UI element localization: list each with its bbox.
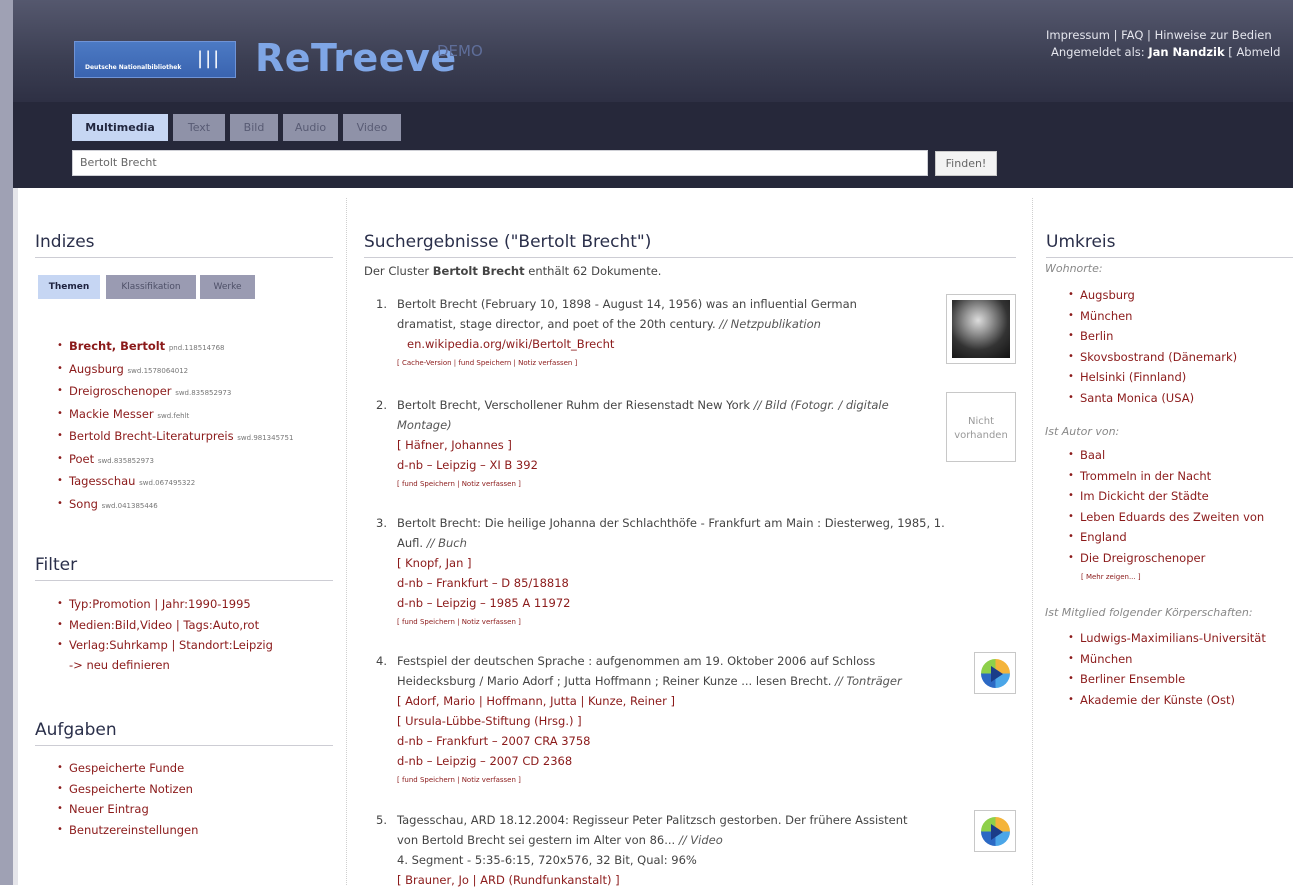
subtab-klassifikation[interactable]: Klassifikation	[106, 275, 196, 299]
portrait-image	[952, 300, 1010, 358]
logout-link[interactable]: [ Abmeld	[1225, 45, 1280, 59]
left-separator	[13, 188, 18, 885]
result-item: 2. Bertolt Brecht, Verschollener Ruhm de…	[376, 395, 956, 493]
list-item[interactable]: Berliner Ensemble	[1068, 669, 1266, 690]
dnb-logo[interactable]: Deutsche Nationalbibliothek |||	[74, 41, 236, 78]
task-item[interactable]: Gespeicherte Funde	[57, 758, 198, 779]
list-item[interactable]: Berlin	[1068, 326, 1237, 347]
tab-multimedia[interactable]: Multimedia	[72, 114, 168, 141]
werke-list: Baal Trommeln in der Nacht Im Dickicht d…	[1068, 445, 1264, 568]
tab-audio[interactable]: Audio	[283, 114, 338, 141]
play-icon[interactable]	[974, 652, 1016, 694]
list-item[interactable]: Helsinki (Finnland)	[1068, 367, 1237, 388]
search-button[interactable]: Finden!	[935, 151, 997, 176]
list-item[interactable]: Mackie Messer swd.fehlt	[57, 404, 293, 427]
wohnorte-label: Wohnorte:	[1045, 262, 1103, 275]
more-link[interactable]: [ Mehr zeigen... ]	[1081, 573, 1141, 581]
result-actions[interactable]: [ fund Speichern | Notiz verfassen ]	[397, 475, 956, 493]
result-location[interactable]: d-nb – Frankfurt – D 85/18818	[397, 573, 956, 593]
list-item[interactable]: Tagesschau swd.067495322	[57, 471, 293, 494]
list-item-continuation: England	[1068, 527, 1264, 548]
list-item[interactable]: Trommeln in der Nacht	[1068, 466, 1264, 487]
result-actions[interactable]: [ fund Speichern | Notiz verfassen ]	[397, 613, 956, 631]
result-author[interactable]: [ Häfner, Johannes ]	[397, 435, 956, 455]
aufgaben-heading: Aufgaben	[35, 720, 333, 746]
list-item[interactable]: München	[1068, 306, 1237, 327]
umkreis-heading: Umkreis	[1046, 232, 1293, 258]
list-item[interactable]: Santa Monica (USA)	[1068, 388, 1237, 409]
list-item[interactable]: Augsburg	[1068, 285, 1237, 306]
top-links: Impressum | FAQ | Hinweise zur Bedien An…	[1046, 27, 1293, 61]
index-list: Brecht, Bertolt pnd.118514768 Augsburg s…	[57, 336, 293, 516]
subtab-themen[interactable]: Themen	[38, 275, 100, 299]
list-item[interactable]: Poet swd.835852973	[57, 449, 293, 472]
column-divider	[1032, 198, 1033, 885]
result-author[interactable]: [ Adorf, Mario | Hoffmann, Jutta | Kunze…	[397, 691, 956, 711]
result-item: 5. Tagesschau, ARD 18.12.2004: Regisseur…	[376, 810, 956, 890]
tasks-list: Gespeicherte Funde Gespeicherte Notizen …	[57, 758, 198, 840]
task-item[interactable]: Benutzereinstellungen	[57, 820, 198, 841]
list-item[interactable]: Die Dreigroschenoper	[1068, 548, 1264, 569]
result-location[interactable]: d-nb – Leipzig – 2007 CD 2368	[397, 751, 956, 771]
result-location[interactable]: d-nb – Frankfurt – 2007 CRA 3758	[397, 731, 956, 751]
list-item[interactable]: Leben Eduards des Zweiten von	[1068, 507, 1264, 528]
autor-label: Ist Autor von:	[1045, 425, 1120, 438]
task-item[interactable]: Neuer Eintrag	[57, 799, 198, 820]
username[interactable]: Jan Nandzik	[1148, 45, 1224, 59]
result-author[interactable]: [ Brauner, Jo | ARD (Rundfunkanstalt) ]	[397, 870, 956, 890]
result-item: 1. Bertolt Brecht (February 10, 1898 - A…	[376, 294, 956, 372]
list-item-continuation: München	[1068, 649, 1266, 670]
mitglied-list: Ludwigs-Maximilians-Universität München …	[1068, 628, 1266, 710]
list-item[interactable]: Augsburg swd.1578064012	[57, 359, 293, 382]
result-item: 4. Festspiel der deutschen Sprache : auf…	[376, 651, 956, 789]
wohnorte-list: Augsburg München Berlin Skovsbostrand (D…	[1068, 285, 1237, 408]
filter-item[interactable]: Typ:Promotion | Jahr:1990-1995	[57, 594, 273, 615]
list-item[interactable]: Im Dickicht der Städte	[1068, 486, 1264, 507]
result-author[interactable]: [ Ursula-Lübbe-Stiftung (Hrsg.) ]	[397, 711, 956, 731]
filter-heading: Filter	[35, 555, 333, 581]
list-item[interactable]: Akademie der Künste (Ost)	[1068, 690, 1266, 711]
brand-demo-label: DEMO	[437, 42, 483, 60]
list-item[interactable]: Bertold Brecht-Literaturpreis swd.981345…	[57, 426, 293, 449]
play-icon[interactable]	[974, 810, 1016, 852]
result-link[interactable]: en.wikipedia.org/wiki/Bertolt_Brecht	[397, 334, 956, 354]
logo-bars-icon: |||	[197, 48, 222, 69]
result-author[interactable]: [ Knopf, Jan ]	[397, 553, 956, 573]
filter-item[interactable]: Verlag:Suhrkamp | Standort:Leipzig	[57, 635, 273, 656]
search-input[interactable]: Bertolt Brecht	[72, 150, 928, 176]
column-divider	[346, 198, 347, 885]
left-frame	[0, 0, 13, 885]
list-item[interactable]: Song swd.041385446	[57, 494, 293, 517]
logo-text: Deutsche Nationalbibliothek	[85, 64, 182, 71]
list-item[interactable]: Baal	[1068, 445, 1264, 466]
tab-video[interactable]: Video	[343, 114, 401, 141]
result-thumbnail[interactable]	[946, 294, 1016, 364]
mitglied-label: Ist Mitglied folgender Körperschaften:	[1045, 606, 1253, 619]
indizes-heading: Indizes	[35, 232, 333, 258]
tab-bild[interactable]: Bild	[230, 114, 278, 141]
filter-define-link[interactable]: -> neu definieren	[69, 655, 170, 675]
task-item[interactable]: Gespeicherte Notizen	[57, 779, 198, 800]
tab-text[interactable]: Text	[173, 114, 225, 141]
list-item[interactable]: Brecht, Bertolt pnd.118514768	[57, 336, 293, 359]
meta-links[interactable]: Impressum | FAQ | Hinweise zur Bedien	[1046, 27, 1293, 44]
results-heading: Suchergebnisse ("Bertolt Brecht")	[364, 232, 1016, 258]
result-actions[interactable]: [ fund Speichern | Notiz verfassen ]	[397, 771, 956, 789]
login-status: Angemeldet als: Jan Nandzik [ Abmeld	[1051, 45, 1281, 59]
filter-list: Typ:Promotion | Jahr:1990-1995 Medien:Bi…	[57, 594, 273, 656]
results-summary: Der Cluster Bertolt Brecht enthält 62 Do…	[364, 264, 662, 278]
result-location[interactable]: d-nb – Leipzig – XI B 392	[397, 455, 956, 475]
brand-title[interactable]: ReTreeve	[255, 36, 457, 80]
list-item[interactable]: Ludwigs-Maximilians-Universität	[1068, 628, 1266, 649]
subtab-werke[interactable]: Werke	[200, 275, 255, 299]
thumbnail-missing-label: Nicht vorhanden	[954, 416, 1008, 441]
result-actions[interactable]: [ Cache-Version | fund Speichern | Notiz…	[397, 354, 956, 372]
result-location[interactable]: d-nb – Leipzig – 1985 A 11972	[397, 593, 956, 613]
list-item[interactable]: Dreigroschenoper swd.835852973	[57, 381, 293, 404]
filter-item[interactable]: Medien:Bild,Video | Tags:Auto,rot	[57, 615, 273, 636]
list-item[interactable]: Skovsbostrand (Dänemark)	[1068, 347, 1237, 368]
result-item: 3. Bertolt Brecht: Die heilige Johanna d…	[376, 513, 956, 631]
result-thumbnail[interactable]: Nicht vorhanden	[946, 392, 1016, 462]
